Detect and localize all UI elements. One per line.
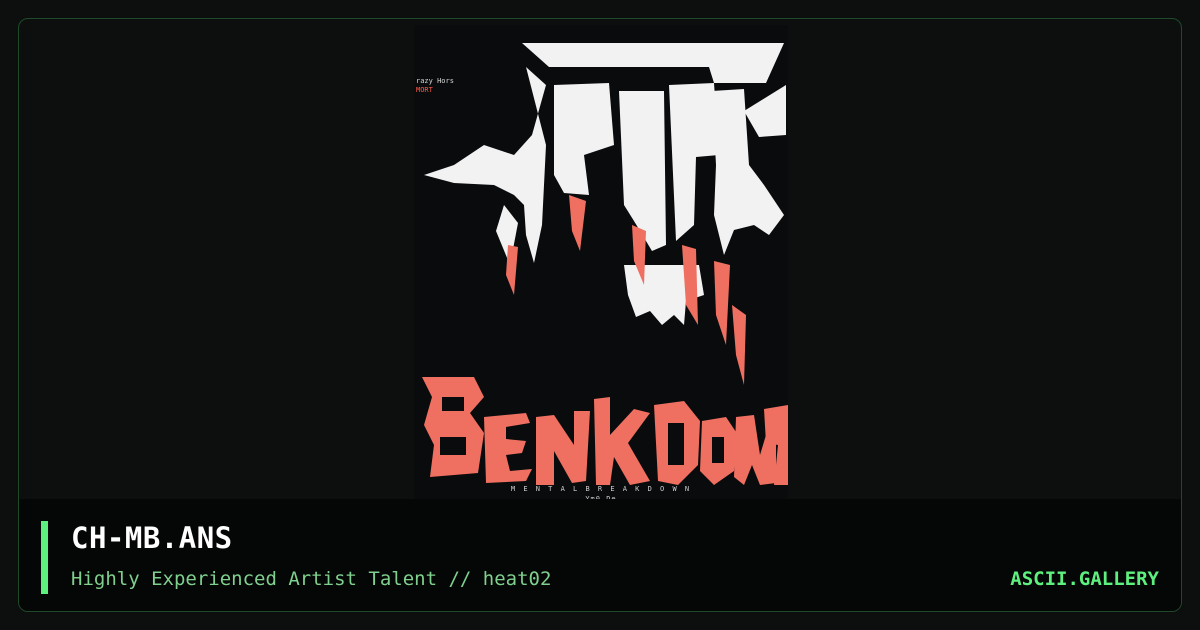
ansi-artwork-preview[interactable]: razy Hors MORT M E N T A L B R E A K D O…	[414, 25, 788, 503]
caption-bar: CH-MB.ANS Highly Experienced Artist Tale…	[19, 499, 1181, 611]
artwork-credits: M E N T A L B R E A K D O W N	[510, 485, 692, 493]
card-frame: razy Hors MORT M E N T A L B R E A K D O…	[18, 18, 1182, 612]
side-text-top: razy Hors	[416, 77, 454, 85]
side-text-bottom: MORT	[416, 86, 433, 94]
file-title: CH-MB.ANS	[71, 521, 233, 555]
accent-bar	[41, 521, 48, 594]
artwork-graphic	[414, 25, 788, 501]
site-brand[interactable]: ASCII.GALLERY	[1010, 568, 1159, 590]
artist-subtitle: Highly Experienced Artist Talent // heat…	[71, 568, 552, 590]
